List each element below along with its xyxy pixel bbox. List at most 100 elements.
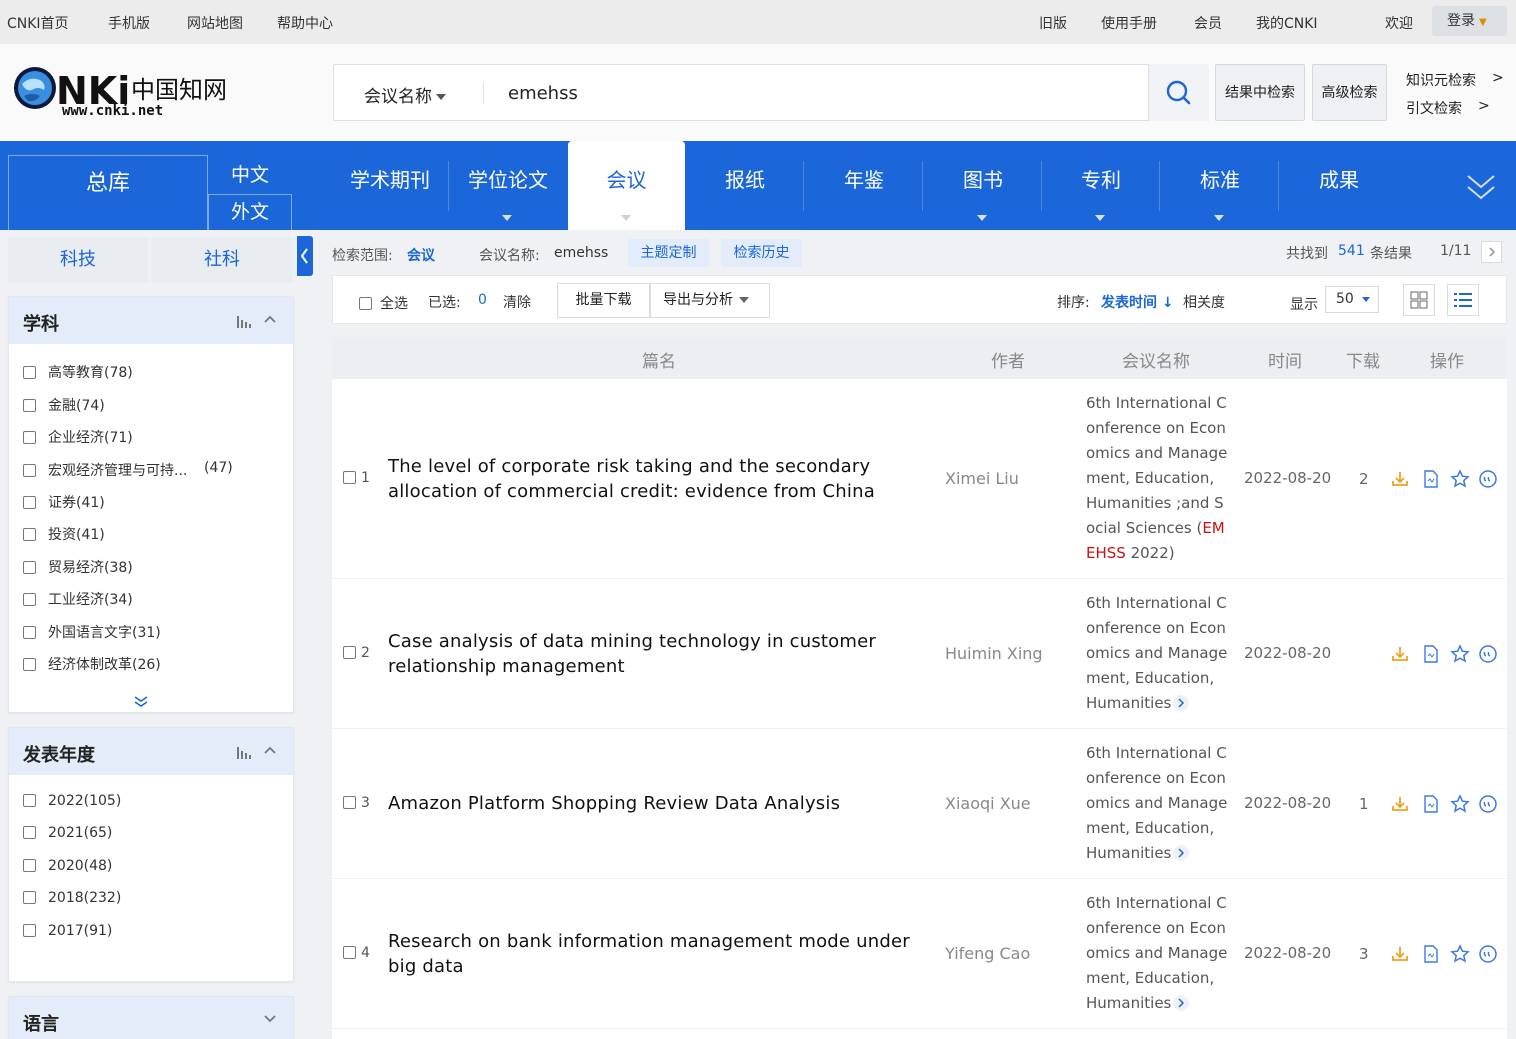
- chevron-right-icon[interactable]: [1173, 695, 1190, 711]
- conference-name-link[interactable]: 6th International Conference on Economic…: [1086, 391, 1230, 566]
- facet-item[interactable]: 高等教育(78): [23, 362, 133, 382]
- expand-nav-button[interactable]: [1464, 170, 1498, 204]
- row-select[interactable]: 2: [343, 645, 370, 661]
- tab-patents[interactable]: 专利: [1042, 141, 1160, 230]
- facet-item[interactable]: 宏观经济管理与可持... (47): [23, 460, 233, 480]
- checkbox[interactable]: [23, 859, 36, 872]
- advanced-search-button[interactable]: 高级检索: [1312, 64, 1387, 121]
- knowledge-search-link[interactable]: 知识元检索: [1406, 70, 1476, 90]
- result-title-link[interactable]: Amazon Platform Shopping Review Data Ana…: [388, 791, 940, 816]
- checkbox[interactable]: [23, 826, 36, 839]
- search-scope-dropdown[interactable]: 会议名称: [364, 82, 446, 107]
- tab-foreign[interactable]: 外文: [208, 195, 292, 230]
- tab-yearbooks[interactable]: 年鉴: [805, 141, 923, 230]
- facet-item[interactable]: 外国语言文字(31): [23, 622, 161, 642]
- facet-header[interactable]: 语言: [9, 997, 293, 1039]
- conference-name-link[interactable]: 6th International Conference on Economic…: [1086, 591, 1230, 716]
- checkbox[interactable]: [23, 464, 36, 477]
- login-button[interactable]: 登录 ▼: [1432, 6, 1507, 36]
- tab-books[interactable]: 图书: [924, 141, 1042, 230]
- author-link[interactable]: Xiaoqi Xue: [945, 794, 1031, 813]
- facet-header[interactable]: 发表年度: [9, 728, 293, 775]
- cnki-logo[interactable]: NKi 中国知网 www.cnki.net: [10, 62, 240, 122]
- citation-search-link[interactable]: 引文检索: [1406, 98, 1462, 118]
- old-version-link[interactable]: 旧版: [1039, 13, 1067, 33]
- quote-icon[interactable]: [1478, 794, 1498, 814]
- quote-icon[interactable]: [1478, 944, 1498, 964]
- row-select[interactable]: 4: [343, 945, 370, 961]
- tab-standards[interactable]: 标准: [1161, 141, 1279, 230]
- mobile-link[interactable]: 手机版: [108, 13, 150, 33]
- search-input[interactable]: [508, 80, 1128, 106]
- chevron-right-icon[interactable]: [1173, 845, 1190, 861]
- bar-chart-icon[interactable]: [237, 316, 251, 328]
- my-cnki-link[interactable]: 我的CNKI: [1256, 13, 1318, 33]
- tab-chinese[interactable]: 中文: [208, 155, 292, 195]
- result-title-link[interactable]: Research on bank information management …: [388, 929, 940, 979]
- checkbox[interactable]: [23, 593, 36, 606]
- tab-conference[interactable]: 会议: [568, 141, 685, 230]
- chevron-down-icon[interactable]: [264, 1015, 276, 1023]
- star-icon[interactable]: [1450, 644, 1470, 664]
- facet-item[interactable]: 工业经济(34): [23, 589, 133, 609]
- search-history-button[interactable]: 检索历史: [721, 239, 802, 267]
- export-analysis-button[interactable]: 导出与分析: [650, 283, 770, 318]
- search-in-results-button[interactable]: 结果中检索: [1215, 64, 1305, 121]
- member-link[interactable]: 会员: [1194, 13, 1222, 33]
- sitemap-link[interactable]: 网站地图: [187, 13, 243, 33]
- tab-journals[interactable]: 学术期刊: [331, 141, 449, 230]
- result-title-link[interactable]: The level of corporate risk taking and t…: [388, 454, 940, 504]
- author-link[interactable]: Huimin Xing: [945, 644, 1043, 663]
- list-view-button[interactable]: [1447, 284, 1479, 316]
- sort-by-time[interactable]: 发表时间 ↓: [1101, 292, 1174, 312]
- download-icon[interactable]: [1390, 469, 1410, 489]
- download-icon[interactable]: [1390, 644, 1410, 664]
- row-select[interactable]: 3: [343, 795, 370, 811]
- manual-link[interactable]: 使用手册: [1101, 13, 1157, 33]
- html-read-icon[interactable]: [1422, 469, 1440, 489]
- checkbox[interactable]: [23, 431, 36, 444]
- facet-item[interactable]: 投资(41): [23, 524, 105, 544]
- bar-chart-icon[interactable]: [237, 747, 251, 759]
- cnki-home-link[interactable]: CNKI首页: [7, 13, 69, 33]
- facet-header[interactable]: 学科: [9, 297, 293, 344]
- checkbox[interactable]: [23, 924, 36, 937]
- facet-item[interactable]: 2020(48): [23, 858, 112, 874]
- facet-item[interactable]: 经济体制改革(26): [23, 654, 161, 674]
- conference-name-link[interactable]: 6th International Conference on Economic…: [1086, 741, 1230, 866]
- star-icon[interactable]: [1450, 944, 1470, 964]
- checkbox[interactable]: [23, 658, 36, 671]
- sort-by-relevance[interactable]: 相关度: [1183, 292, 1225, 312]
- topic-customize-button[interactable]: 主题定制: [628, 239, 709, 267]
- checkbox[interactable]: [23, 528, 36, 541]
- tab-zongku[interactable]: 总库: [8, 155, 208, 230]
- page-size-select[interactable]: 50: [1325, 286, 1379, 313]
- chevron-right-icon[interactable]: [1173, 995, 1190, 1011]
- select-all[interactable]: 全选: [359, 293, 408, 313]
- search-button[interactable]: [1148, 64, 1209, 121]
- checkbox[interactable]: [343, 946, 356, 959]
- checkbox[interactable]: [23, 891, 36, 904]
- checkbox[interactable]: [359, 297, 372, 310]
- facet-item[interactable]: 企业经济(71): [23, 427, 133, 447]
- star-icon[interactable]: [1450, 469, 1470, 489]
- facet-item[interactable]: 2017(91): [23, 923, 112, 939]
- quote-icon[interactable]: [1478, 644, 1498, 664]
- quote-icon[interactable]: [1478, 469, 1498, 489]
- row-select[interactable]: 1: [343, 470, 370, 486]
- collapse-sidebar-button[interactable]: [297, 236, 313, 276]
- result-title-link[interactable]: Case analysis of data mining technology …: [388, 629, 940, 679]
- batch-download-button[interactable]: 批量下载: [557, 283, 650, 318]
- checkbox[interactable]: [343, 471, 356, 484]
- help-link[interactable]: 帮助中心: [277, 13, 333, 33]
- checkbox[interactable]: [23, 399, 36, 412]
- facet-item[interactable]: 2021(65): [23, 825, 112, 841]
- conference-name-link[interactable]: 6th International Conference on Economic…: [1086, 891, 1230, 1016]
- checkbox[interactable]: [343, 646, 356, 659]
- clear-selection-link[interactable]: 清除: [503, 292, 531, 312]
- checkbox[interactable]: [343, 796, 356, 809]
- chevron-up-icon[interactable]: [264, 315, 276, 323]
- facet-item[interactable]: 金融(74): [23, 395, 105, 415]
- facet-item[interactable]: 贸易经济(38): [23, 557, 133, 577]
- chevron-up-icon[interactable]: [264, 746, 276, 754]
